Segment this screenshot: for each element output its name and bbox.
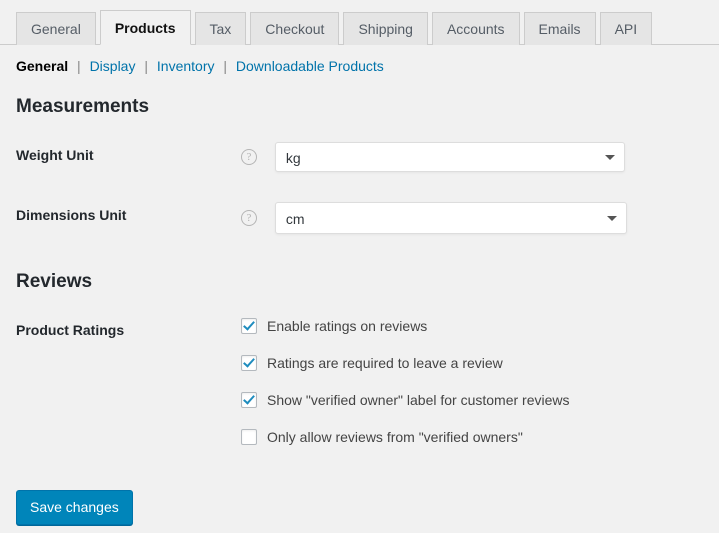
subnav-separator: |: [144, 58, 148, 74]
subnav-item-display[interactable]: Display: [90, 58, 136, 74]
checkbox-row-enable-ratings[interactable]: Enable ratings on reviews: [241, 317, 709, 335]
tab-shipping[interactable]: Shipping: [343, 12, 428, 45]
label-product-ratings: Product Ratings: [16, 321, 125, 338]
weight-unit-selected-value: kg: [285, 149, 301, 166]
tab-general[interactable]: General: [16, 12, 96, 45]
dimensions-unit-selected-value: cm: [285, 210, 305, 227]
checkbox-label-ratings-required: Ratings are required to leave a review: [267, 354, 503, 371]
tab-api[interactable]: API: [599, 12, 653, 45]
measurements-table: Weight Unit ? kg Dimensions Unit ? cm: [16, 127, 719, 249]
checkbox-only-verified-owners[interactable]: [241, 428, 257, 445]
product-ratings-checkbox-group: Enable ratings on reviews Ratings are re…: [241, 317, 709, 446]
chevron-down-icon: [606, 215, 617, 221]
checkbox-row-show-verified-owner-label[interactable]: Show "verified owner" label for customer…: [241, 391, 709, 409]
tab-emails[interactable]: Emails: [523, 12, 596, 45]
tab-tax[interactable]: Tax: [194, 12, 247, 45]
settings-tab-bar: General Products Tax Checkout Shipping A…: [0, 0, 719, 45]
label-dimensions-unit: Dimensions Unit: [16, 206, 127, 223]
subnav: General | Display | Inventory | Download…: [0, 45, 719, 74]
help-question-icon[interactable]: ?: [241, 209, 257, 226]
checkbox-label-show-verified-owner-label: Show "verified owner" label for customer…: [267, 391, 570, 408]
checkbox-row-ratings-required[interactable]: Ratings are required to leave a review: [241, 354, 709, 372]
checkbox-label-enable-ratings: Enable ratings on reviews: [267, 317, 428, 334]
checkbox-row-only-verified-owners[interactable]: Only allow reviews from "verified owners…: [241, 428, 709, 446]
tab-accounts[interactable]: Accounts: [431, 12, 520, 45]
chevron-down-icon: [604, 154, 615, 160]
row-dimensions-unit: Dimensions Unit ? cm: [16, 187, 719, 249]
section-title-reviews: Reviews: [16, 270, 93, 292]
checkbox-label-only-verified-owners: Only allow reviews from "verified owners…: [267, 428, 523, 445]
dimensions-unit-select[interactable]: cm: [274, 201, 627, 234]
tab-checkout[interactable]: Checkout: [250, 12, 340, 45]
subnav-item-downloadable-products[interactable]: Downloadable Products: [236, 58, 384, 74]
field-product-ratings: Enable ratings on reviews Ratings are re…: [241, 302, 719, 461]
checkbox-enable-ratings[interactable]: [241, 317, 257, 334]
checkbox-show-verified-owner-label[interactable]: [241, 391, 257, 408]
row-product-ratings: Product Ratings Enable ratings on review…: [16, 302, 719, 461]
tab-products[interactable]: Products: [99, 10, 191, 45]
field-weight-unit: ? kg: [241, 127, 719, 187]
subnav-item-inventory[interactable]: Inventory: [157, 58, 215, 74]
help-question-icon[interactable]: ?: [241, 148, 257, 165]
subnav-item-general[interactable]: General: [16, 58, 68, 74]
settings-content: Measurements Weight Unit ? kg Dimensions…: [0, 96, 719, 461]
save-changes-button[interactable]: Save changes: [16, 489, 133, 525]
field-dimensions-unit: ? cm: [241, 187, 719, 249]
reviews-table: Product Ratings Enable ratings on review…: [16, 302, 719, 461]
subnav-separator: |: [77, 58, 81, 74]
weight-unit-select[interactable]: kg: [274, 141, 625, 172]
save-area: Save changes: [0, 461, 719, 525]
section-title-measurements: Measurements: [16, 96, 150, 117]
row-weight-unit: Weight Unit ? kg: [16, 127, 719, 187]
checkbox-ratings-required[interactable]: [241, 354, 257, 371]
subnav-separator: |: [223, 58, 228, 74]
label-weight-unit: Weight Unit: [16, 146, 94, 163]
